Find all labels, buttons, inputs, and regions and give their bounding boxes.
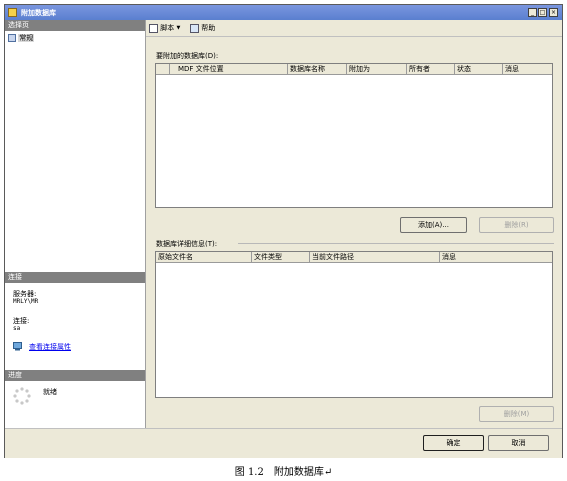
select-page-header: 选择页 [5,20,145,31]
column-attach-as[interactable]: 附加为 [347,64,407,74]
server-value: MRLY\MR [13,298,39,305]
attach-databases-grid[interactable]: MDF 文件位置 数据库名称 附加为 所有者 状态 消息 [155,63,553,208]
close-button[interactable]: × [549,8,558,17]
column-original-filename[interactable]: 原始文件名 [156,252,252,262]
row-selector-header [156,64,170,74]
connection-header: 连接 [5,272,145,283]
add-button[interactable]: 添加(A)... [400,217,467,233]
chevron-down-icon: ▼ [176,25,181,31]
maximize-button[interactable]: □ [538,8,547,17]
sidebar: 选择页 常规 连接 服务器: MRLY\MR 连接: sa 查看连接属性 进度 … [5,20,146,428]
details-divider [238,243,554,244]
script-icon [149,23,158,33]
sidebar-item-label: 常规 [18,34,35,42]
column-message[interactable]: 消息 [503,64,552,74]
progress-spinner-icon [13,387,31,405]
details-grid-header: 原始文件名 文件类型 当前文件路径 消息 [156,252,552,263]
window-title: 附加数据库 [21,9,56,17]
database-icon [8,8,17,17]
cancel-button[interactable]: 取消 [488,435,549,451]
main-pane: 脚本 ▼ 帮助 要附加的数据库(D): MDF 文件位置 数据库名称 附加为 所… [146,20,562,428]
figure-caption: 图 1.2 附加数据库↵ [234,467,333,478]
column-details-message[interactable]: 消息 [440,252,552,262]
remove-detail-button[interactable]: 删除(M) [479,406,554,422]
remove-button[interactable]: 删除(R) [479,217,554,233]
script-button[interactable]: 脚本 ▼ [149,23,180,33]
column-owner[interactable]: 所有者 [407,64,455,74]
attach-database-window: 附加数据库 _ □ × 选择页 常规 连接 服务器: MRLY\MR 连接: s… [4,4,563,458]
script-label: 脚本 [160,24,175,32]
connection-properties-icon [13,342,22,351]
help-button[interactable]: 帮助 [190,23,215,33]
attach-grid-header: MDF 文件位置 数据库名称 附加为 所有者 状态 消息 [156,64,552,75]
column-status[interactable]: 状态 [455,64,503,74]
connection-value: sa [13,325,21,332]
database-details-grid[interactable]: 原始文件名 文件类型 当前文件路径 消息 [155,251,553,398]
sidebar-item-general[interactable]: 常规 [8,33,35,43]
progress-header: 进度 [5,370,145,381]
page-icon [8,34,16,42]
column-mdf-location[interactable]: MDF 文件位置 [170,64,288,74]
ok-button[interactable]: 确定 [423,435,484,451]
minimize-button[interactable]: _ [528,8,537,17]
toolbar: 脚本 ▼ 帮助 [146,20,562,37]
help-icon [190,23,199,33]
column-file-type[interactable]: 文件类型 [252,252,310,262]
help-label: 帮助 [201,24,216,32]
column-current-path[interactable]: 当前文件路径 [310,252,440,262]
column-database-name[interactable]: 数据库名称 [288,64,347,74]
dialog-footer: 确定 取消 [5,428,562,458]
attach-section-label: 要附加的数据库(D): [156,52,219,60]
title-bar[interactable]: 附加数据库 _ □ × [5,5,562,20]
details-section-label: 数据库详细信息(T): [156,240,218,248]
view-connection-properties-link[interactable]: 查看连接属性 [29,342,71,352]
progress-status: 就绪 [43,388,57,396]
